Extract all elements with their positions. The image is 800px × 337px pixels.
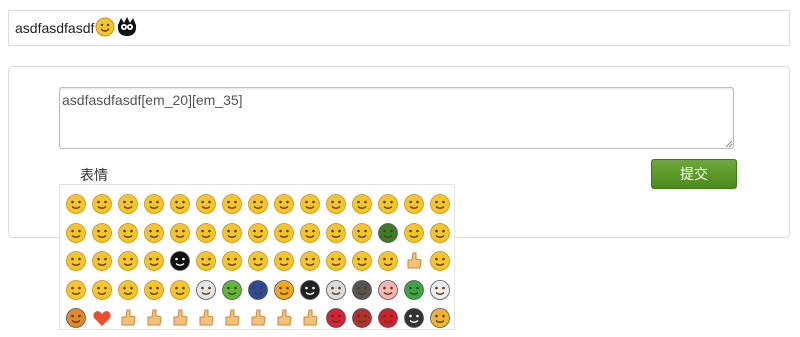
emoji-rice-bowl-icon[interactable] — [63, 304, 89, 333]
emoji-cry-icon[interactable] — [89, 190, 115, 219]
emoji-frown-icon[interactable] — [271, 219, 297, 248]
emoji-ok-hand-icon[interactable] — [245, 304, 271, 333]
emoji-heart-icon[interactable] — [89, 304, 115, 333]
emoji-squint-laugh-icon[interactable] — [89, 219, 115, 248]
emoji-penguins-icon[interactable] — [401, 304, 427, 333]
emoji-toggle-label[interactable]: 表情 — [80, 165, 108, 185]
emoji-sweat-icon[interactable] — [271, 190, 297, 219]
emoji-dizzy-eyes-icon[interactable] — [115, 247, 141, 276]
emoji-smile2-icon[interactable] — [323, 247, 349, 276]
emoji-grin-icon[interactable] — [349, 190, 375, 219]
emoji-pinched-icon[interactable] — [401, 190, 427, 219]
emoji-blush-icon[interactable] — [219, 219, 245, 248]
emoji-blurred-icon[interactable] — [141, 247, 167, 276]
emoji-pout-icon[interactable] — [219, 190, 245, 219]
smile-emoji-icon — [95, 17, 115, 40]
emoji-furious-icon[interactable] — [323, 190, 349, 219]
emoji-bomb-icon[interactable] — [297, 276, 323, 305]
emoji-rose-icon[interactable] — [323, 304, 349, 333]
emoji-bee-icon[interactable] — [427, 304, 453, 333]
emoji-skull-icon[interactable] — [193, 276, 219, 305]
emoji-watermelon-icon[interactable] — [401, 276, 427, 305]
emoji-green-man-icon[interactable] — [219, 276, 245, 305]
emoji-dizzy-icon[interactable] — [141, 190, 167, 219]
emoji-worried-icon[interactable] — [115, 219, 141, 248]
emoji-wilted-rose-icon[interactable] — [349, 304, 375, 333]
emoji-sad-icon[interactable] — [427, 190, 453, 219]
emoji-rage-icon[interactable] — [167, 276, 193, 305]
preview-text: asdfasdfasdf — [15, 20, 95, 36]
emoji-angry-icon[interactable] — [297, 190, 323, 219]
emoji-moon-icon[interactable] — [245, 276, 271, 305]
emoji-scared-icon[interactable] — [63, 247, 89, 276]
emoji-thinking-icon[interactable] — [141, 219, 167, 248]
emoji-embarrassed-icon[interactable] — [63, 219, 89, 248]
emoji-cool-icon[interactable] — [141, 276, 167, 305]
emoji-bored-icon[interactable] — [323, 219, 349, 248]
emoji-wink-icon[interactable] — [271, 247, 297, 276]
emoji-thumbs-down-icon[interactable] — [141, 304, 167, 333]
emoji-clap-icon[interactable] — [401, 247, 427, 276]
emoji-big-grin-icon[interactable] — [349, 219, 375, 248]
emoji-startled-icon[interactable] — [89, 247, 115, 276]
message-preview: asdfasdfasdf — [8, 10, 790, 46]
emoji-mad-icon[interactable] — [297, 219, 323, 248]
emoji-crying-icon[interactable] — [167, 190, 193, 219]
emoji-blank-icon[interactable] — [89, 276, 115, 305]
emoji-surprised-icon[interactable] — [193, 219, 219, 248]
emoji-black-ghost-icon[interactable] — [167, 247, 193, 276]
emoji-smile-icon[interactable] — [63, 190, 89, 219]
emoji-skull2-icon[interactable] — [323, 276, 349, 305]
emoji-knife-icon[interactable] — [349, 276, 375, 305]
emoji-lips-icon[interactable] — [375, 304, 401, 333]
emoji-smirk-icon[interactable] — [167, 219, 193, 248]
emoji-disappointed-icon[interactable] — [349, 247, 375, 276]
emoji-thumbs-up-icon[interactable] — [115, 304, 141, 333]
emoji-sly-icon[interactable] — [245, 190, 271, 219]
resize-handle-icon[interactable] — [724, 139, 733, 148]
emoji-fist-icon[interactable] — [219, 304, 245, 333]
emoji-laugh-icon[interactable] — [375, 190, 401, 219]
emoji-sleepy-icon[interactable] — [63, 276, 89, 305]
emoji-shocked-icon[interactable] — [193, 247, 219, 276]
emoji-pig-icon[interactable] — [375, 276, 401, 305]
black-ghost-emoji-icon — [116, 16, 138, 41]
emoji-blush2-icon[interactable] — [427, 247, 453, 276]
emoji-point-icon[interactable] — [297, 304, 323, 333]
emoji-handshake-icon[interactable] — [167, 304, 193, 333]
emoji-whisper-icon[interactable] — [297, 247, 323, 276]
emoji-turtle-face-icon[interactable] — [375, 219, 401, 248]
submit-button[interactable]: 提交 — [651, 159, 737, 189]
emoji-yawn-icon[interactable] — [375, 247, 401, 276]
comment-textarea[interactable]: asdfasdfasdf[em_20][em_35] — [59, 87, 734, 149]
emoji-sun-icon[interactable] — [271, 276, 297, 305]
emoji-puzzled-icon[interactable] — [427, 219, 453, 248]
emoji-drool-icon[interactable] — [219, 247, 245, 276]
emoji-ninja-icon[interactable] — [401, 219, 427, 248]
emoji-tongue-icon[interactable] — [245, 247, 271, 276]
emoji-picker — [59, 184, 455, 330]
emoji-nerdy-icon[interactable] — [115, 276, 141, 305]
emoji-heart-eyes-icon[interactable] — [115, 190, 141, 219]
emoji-ok-hand2-icon[interactable] — [271, 304, 297, 333]
emoji-victory-icon[interactable] — [193, 304, 219, 333]
emoji-shy-icon[interactable] — [193, 190, 219, 219]
emoji-smug-icon[interactable] — [245, 219, 271, 248]
emoji-coffee-icon[interactable] — [427, 276, 453, 305]
